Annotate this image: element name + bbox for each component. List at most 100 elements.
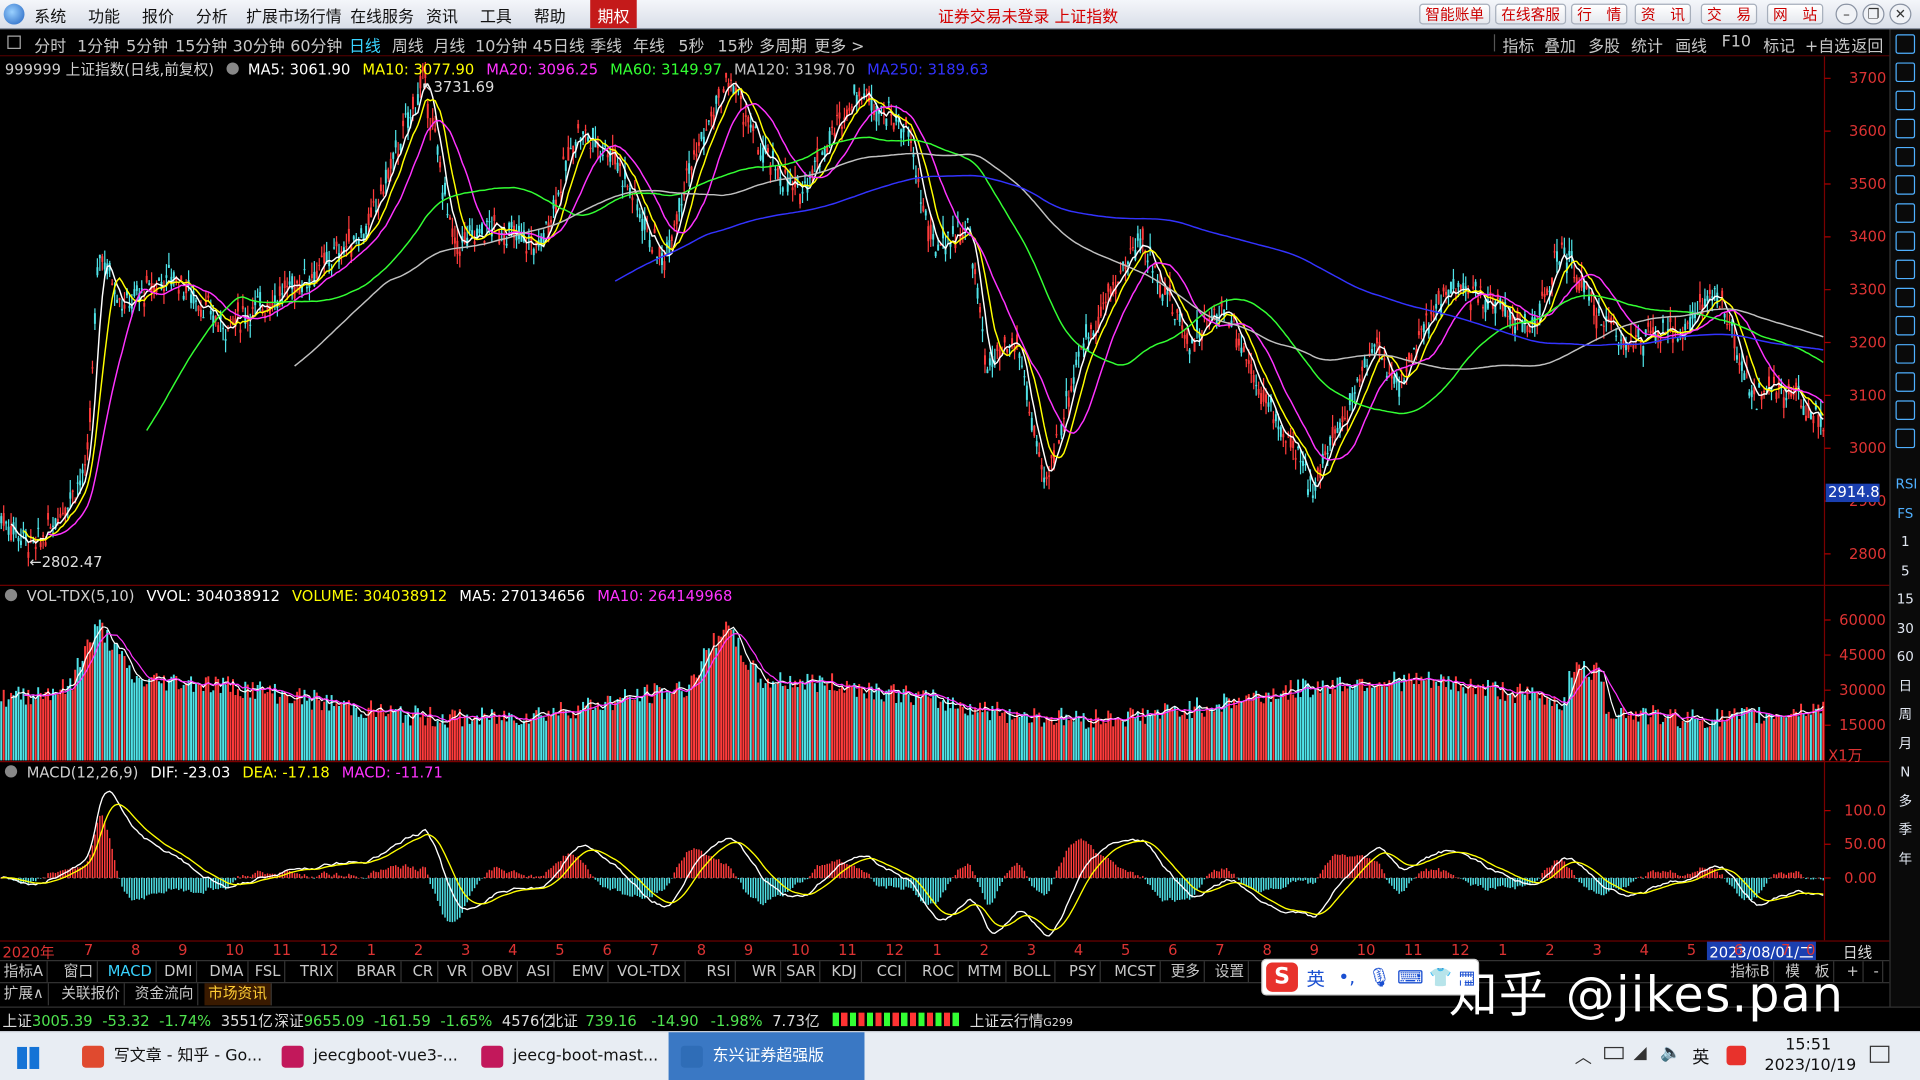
period-5min[interactable]: 5分钟 [126,33,168,56]
indicator-right-3[interactable]: - [1870,961,1884,984]
ime-mic-icon[interactable]: 🎙 [1368,966,1391,988]
indicator-tab-vol-tdx[interactable]: VOL-TDX [613,961,686,984]
indicator-tab-roc[interactable]: ROC [918,961,959,984]
rail-item-2[interactable]: 1 [1896,533,1916,553]
indicator-tab-设置[interactable]: 设置 [1211,961,1249,984]
tray-chevron-icon[interactable]: ︿ [1575,1044,1592,1068]
rail-item-0[interactable]: RSI [1896,475,1918,495]
indicator-tab-emv[interactable]: EMV [568,961,609,984]
wave-icon[interactable] [1895,428,1916,449]
arrow-down-icon[interactable] [1895,90,1916,111]
extension-tab-3[interactable]: 市场资讯 [204,983,272,1006]
toolbar-add-watchlist[interactable]: +自选 [1805,33,1850,56]
ime-toolbar[interactable]: S 英 •, 🎙 ⌨ 👕 ▦ [1261,958,1480,996]
arrow-up-icon[interactable] [1895,62,1916,83]
cloud-quote[interactable]: 上证云行情G299 [970,1010,1073,1031]
menu-item-quote[interactable]: 报价 [142,4,174,27]
period-15min[interactable]: 15分钟 [175,33,227,56]
taskbar-item-3[interactable]: 东兴证券超强版V9.... [668,1032,865,1080]
trade-button[interactable]: 交 易 [1700,3,1758,25]
indicator-tab-brar[interactable]: BRAR [353,961,402,984]
indicator-tab-窗口[interactable]: 窗口 [60,961,98,984]
tray-sogou-icon[interactable] [1726,1045,1747,1066]
tray-battery-icon[interactable] [1604,1046,1624,1060]
indicator-tab-更多[interactable]: 更多 [1167,961,1205,984]
sh-index[interactable]: 上证3005.39 -53.32 -1.74% 3551亿 [2,1010,272,1031]
period-weekly[interactable]: 周线 [392,33,424,56]
doc-icon[interactable] [1895,287,1916,308]
indicator-right-2[interactable]: + [1843,961,1864,984]
candle-icon[interactable] [1895,203,1916,223]
rail-item-13[interactable]: 年 [1896,849,1916,869]
rail-item-3[interactable]: 5 [1896,561,1916,581]
rail-item-9[interactable]: 月 [1896,734,1916,754]
rail-item-8[interactable]: 周 [1896,705,1916,725]
notification-icon[interactable] [1869,1045,1890,1063]
rail-item-4[interactable]: 15 [1896,590,1916,610]
clock-time[interactable]: 15:51 [1785,1036,1831,1054]
menu-item-options[interactable]: 期权 [590,0,637,29]
indicator-tab-sar[interactable]: SAR [782,961,821,984]
app-logo-icon[interactable] [3,3,25,25]
minimize-icon[interactable]: – [1835,3,1858,25]
close-icon[interactable]: ✕ [1889,3,1912,25]
menu-item-news[interactable]: 资讯 [426,4,458,27]
indicator-tab-asi[interactable]: ASI [523,961,556,984]
sz-index[interactable]: 深证9655.09 -161.59 -1.65% 4576亿 [274,1010,554,1031]
indicator-tab-wr[interactable]: WR [748,961,782,984]
fn2-icon[interactable] [1895,372,1916,392]
toolbar-multi-stock[interactable]: 多股 [1588,33,1620,56]
menu-item-tools[interactable]: 工具 [480,4,512,27]
indicator-tab-kdj[interactable]: KDJ [828,961,862,984]
tray-network-icon[interactable]: ◢ [1633,1043,1646,1063]
legend-toggle-icon[interactable] [4,765,18,778]
toolbar-f10[interactable]: F10 [1722,33,1751,51]
indicator-tab-rsi[interactable]: RSI [703,961,736,984]
indicator-tab-psy[interactable]: PSY [1065,961,1102,984]
period-30min[interactable]: 30分钟 [233,33,285,56]
menu-item-analysis[interactable]: 分析 [196,4,228,27]
rail-item-5[interactable]: 30 [1896,619,1916,639]
fn-icon[interactable] [1895,259,1916,280]
indicator-tab-cr[interactable]: CR [409,961,439,984]
indicator-tab-指标a[interactable]: 指标A [0,961,49,984]
menu-item-system[interactable]: 系统 [34,4,66,27]
ime-lang[interactable]: 英 [1307,966,1325,992]
toolbar-overlay[interactable]: 叠加 [1544,33,1576,56]
price-title[interactable]: 999999 上证指数(日线,前复权) [5,61,214,78]
ime-punct[interactable]: •, [1338,966,1355,988]
menu-item-online-service[interactable]: 在线服务 [350,4,414,27]
restore-icon[interactable]: ❐ [1862,3,1885,25]
table-icon[interactable] [1895,146,1916,167]
indicator-tab-obv[interactable]: OBV [478,961,518,984]
tray-ime-lang[interactable]: 英 [1692,1044,1709,1068]
rail-item-7[interactable]: 日 [1896,677,1916,697]
book-icon[interactable] [1895,315,1916,336]
period-15sec[interactable]: 15秒 [718,33,754,56]
toolbar-back[interactable]: 返回 [1851,33,1883,56]
period-10min[interactable]: 10分钟 [475,33,527,56]
indicator-tab-macd[interactable]: MACD [104,961,157,984]
indicator-tab-boll[interactable]: BOLL [1009,961,1056,984]
legend-toggle-icon[interactable] [226,62,239,75]
indicator-tab-dma[interactable]: DMA [206,961,249,984]
tray-volume-icon[interactable]: 🔈 [1660,1043,1681,1063]
menu-item-help[interactable]: 帮助 [534,4,566,27]
rail-item-6[interactable]: 60 [1896,648,1916,668]
indicator-tab-fsl[interactable]: FSL [251,961,286,984]
period-multi[interactable]: 多周期 [759,33,807,56]
period-monthly[interactable]: 月线 [433,33,465,56]
ime-keyboard-icon[interactable]: ⌨ [1397,966,1424,988]
legend-toggle-icon[interactable] [4,588,18,602]
period-60min[interactable]: 60分钟 [290,33,342,56]
fz-icon[interactable] [1895,344,1916,364]
toolbar-mark[interactable]: 标记 [1763,33,1795,56]
toolbar-statistics[interactable]: 统计 [1631,33,1663,56]
smart-bill-button[interactable]: 智能账单 [1419,3,1491,25]
period-more[interactable]: 更多 > [814,33,864,56]
info-button[interactable]: 资 讯 [1634,3,1692,25]
indicator-tab-vr[interactable]: VR [443,961,473,984]
menu-item-function[interactable]: 功能 [88,4,120,27]
rail-item-11[interactable]: 多 [1896,792,1916,812]
macd-title[interactable]: MACD(12,26,9) [27,764,139,781]
